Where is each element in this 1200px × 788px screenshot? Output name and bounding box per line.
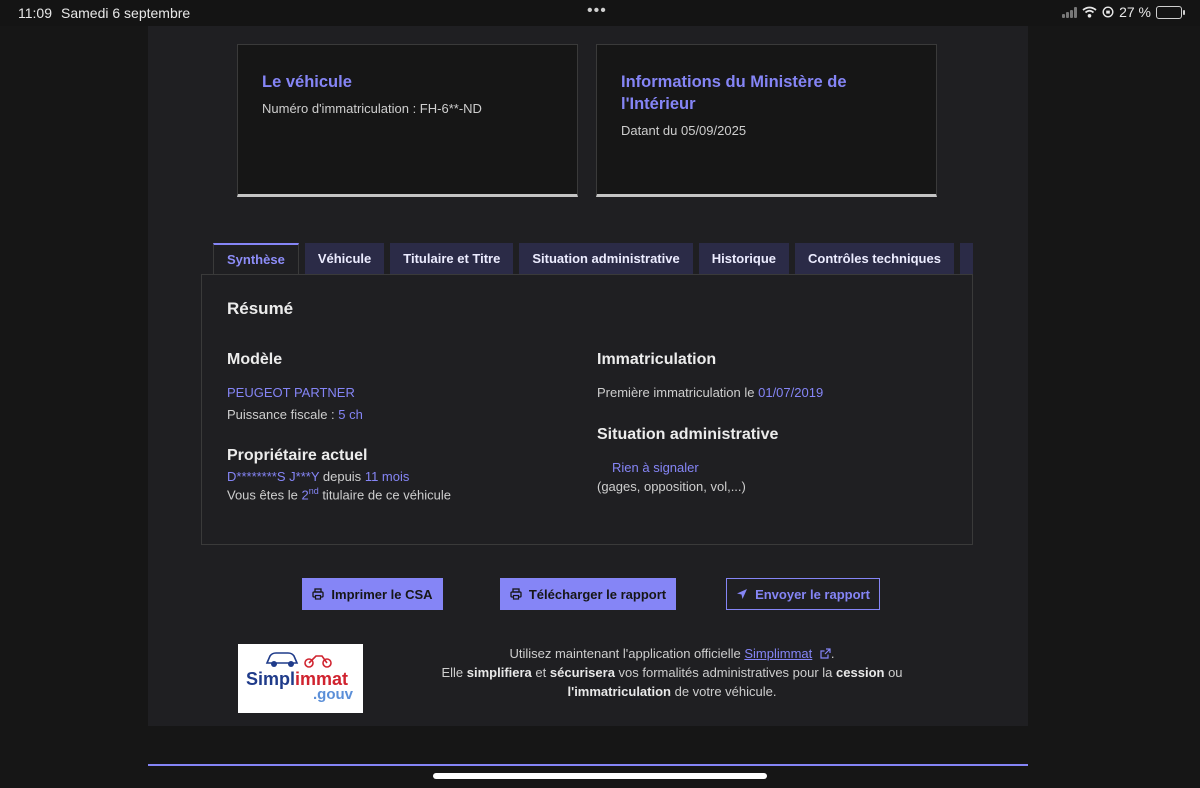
ministry-card: Informations du Ministère de l'Intérieur… — [596, 44, 937, 197]
tab-bar: Synthèse Véhicule Titulaire et Titre Sit… — [213, 243, 973, 274]
registration-heading: Immatriculation — [597, 351, 717, 368]
first-registration-label: Première immatriculation le — [597, 385, 759, 400]
model-heading: Modèle — [227, 351, 283, 368]
download-report-button[interactable]: Télécharger le rapport — [500, 578, 676, 610]
logo-gouv: .gouv — [313, 686, 353, 703]
print-csa-label: Imprimer le CSA — [331, 586, 433, 602]
registration-number: Numéro d'immatriculation : FH-6**-ND — [262, 101, 482, 116]
battery-icon — [1156, 5, 1185, 19]
tab-historique[interactable]: Historique — [698, 243, 790, 274]
multitasking-dots[interactable]: ••• — [587, 2, 607, 20]
tab-controles-techniques[interactable]: Contrôles techniques — [795, 243, 954, 274]
simplimmat-promo-text: Utilisez maintenant l'application offici… — [400, 644, 944, 701]
simplimmat-logo[interactable]: Simplimmat .gouv — [238, 644, 363, 713]
owner-rank-post: titulaire de ce véhicule — [318, 487, 451, 503]
admin-situation-status: Rien à signaler — [612, 460, 699, 475]
owner-rank-suffix: nd — [308, 486, 319, 496]
summary-title: Résumé — [227, 299, 294, 318]
admin-situation-heading: Situation administrative — [597, 426, 779, 443]
tab-titulaire[interactable]: Titulaire et Titre — [390, 243, 514, 274]
download-report-label: Télécharger le rapport — [528, 586, 667, 602]
signal-icon — [1062, 6, 1078, 18]
printer-icon — [510, 588, 522, 600]
send-report-label: Envoyer le rapport — [755, 586, 870, 602]
first-registration-date: 01/07/2019 — [758, 385, 824, 400]
owner-since-value: 11 mois — [364, 469, 410, 484]
printer-icon — [312, 588, 325, 600]
status-indicators: 27 % — [1062, 4, 1185, 20]
send-icon — [737, 589, 748, 599]
owner-rank-number: 2 — [301, 487, 309, 503]
fiscal-power-value: 5 ch — [338, 407, 363, 422]
fiscal-power-label: Puissance fiscale : — [227, 407, 339, 422]
send-report-button[interactable]: Envoyer le rapport — [726, 578, 880, 610]
first-registration: Première immatriculation le 01/07/2019 — [597, 385, 823, 400]
home-indicator[interactable] — [433, 773, 767, 779]
wifi-icon — [1082, 6, 1097, 18]
external-link-icon[interactable] — [820, 648, 831, 659]
simplimmat-link[interactable]: Simplimmat — [744, 646, 812, 661]
owner-rank: Vous êtes le 2nd titulaire de ce véhicul… — [227, 486, 451, 502]
owner-since-label: depuis — [319, 469, 365, 484]
fiscal-power: Puissance fiscale : 5 ch — [227, 407, 363, 422]
car-motorbike-icon — [265, 652, 332, 668]
tab-situation-administrative[interactable]: Situation administrative — [519, 243, 693, 274]
owner-heading: Propriétaire actuel — [227, 447, 368, 464]
model-name: PEUGEOT PARTNER — [227, 385, 355, 400]
print-csa-button[interactable]: Imprimer le CSA — [302, 578, 443, 610]
orientation-lock-icon — [1102, 6, 1114, 18]
owner-name: D********S J***Y — [227, 469, 320, 484]
owner-line: D********S J***Y depuis 11 mois — [227, 469, 409, 484]
promo-line-3: l'immatriculation de votre véhicule. — [567, 684, 777, 699]
data-date: Datant du 05/09/2025 — [621, 123, 747, 138]
vehicle-card-title: Le véhicule — [262, 73, 352, 91]
tab-synthese[interactable]: Synthèse — [213, 243, 299, 274]
vehicle-card: Le véhicule Numéro d'immatriculation : F… — [237, 44, 578, 197]
admin-situation-note: (gages, opposition, vol,...) — [597, 479, 746, 494]
tab-vehicule[interactable]: Véhicule — [304, 243, 385, 274]
tab-kilometrage[interactable]: Kilométrage — [959, 243, 973, 274]
promo-line-1: Utilisez maintenant l'application offici… — [509, 646, 835, 661]
promo-line-2: Elle simplifiera et sécurisera vos forma… — [441, 665, 903, 680]
ministry-card-title: Informations du Ministère de l'Intérieur — [621, 73, 847, 113]
owner-rank-pre: Vous êtes le — [227, 487, 302, 503]
battery-percent: 27 % — [1119, 4, 1151, 20]
summary-panel: Résumé Modèle PEUGEOT PARTNER Puissance … — [201, 274, 973, 545]
status-date: Samedi 6 septembre — [61, 5, 191, 21]
status-time: 11:09 — [18, 5, 52, 21]
footer-divider — [148, 764, 1028, 766]
status-bar: 11:09 Samedi 6 septembre ••• 27 % — [0, 0, 1200, 26]
